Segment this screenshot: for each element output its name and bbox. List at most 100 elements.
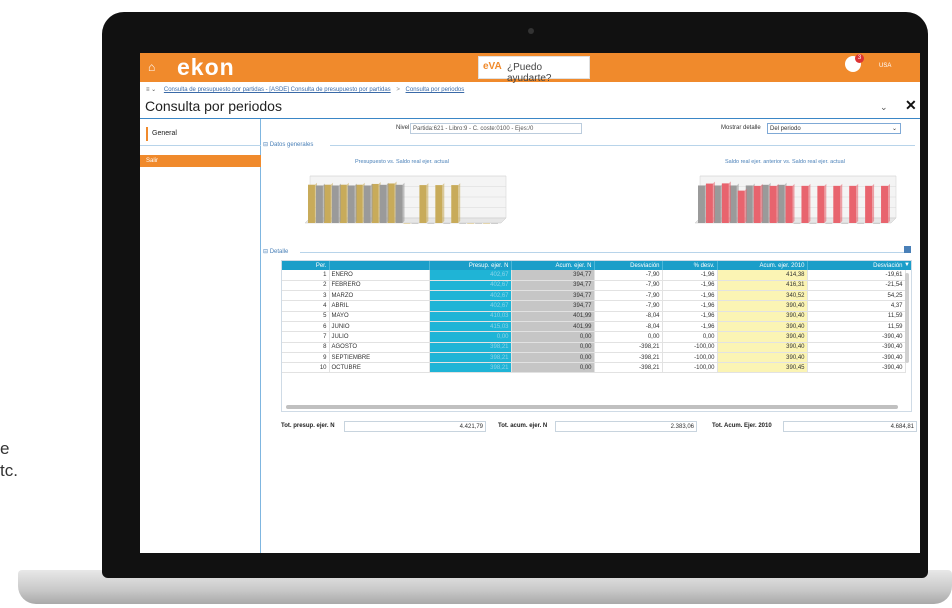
cell-pct-desv: -1,96 [662, 311, 718, 322]
tab-divider [140, 145, 261, 146]
cell-acum: 394,77 [511, 280, 595, 292]
cell-mes: ENERO [329, 270, 430, 281]
col-header-pct-desv[interactable]: % desv. [662, 261, 718, 270]
cell-desviacion: -398,21 [594, 342, 663, 353]
chart-2-bar-s0-c5 [777, 184, 785, 223]
col-header-desviacion-2[interactable]: Desviación [807, 261, 906, 270]
chart-2-bar-s1-c9 [849, 185, 857, 223]
cell-desviacion-2: -19,61 [807, 270, 906, 281]
table-row[interactable]: 6 JUNIO 415,03 401,99 -8,04 -1,96 390,40 11,59 [282, 321, 906, 333]
cell-desviacion-2: 54,25 [807, 290, 906, 302]
table-row[interactable]: 5 MAYO 410,03 401,99 -8,04 -1,96 390,40 11,59 [282, 311, 906, 322]
table-row[interactable]: 3 MARZO 402,67 394,77 -7,90 -1,96 340,52 54,25 [282, 290, 906, 302]
table-row[interactable]: 1 ENERO 402,67 394,77 -7,90 -1,96 414,38 -19,61 [282, 270, 906, 281]
nivel-label: Nivel [396, 125, 410, 131]
cell-presup: 415,03 [429, 321, 512, 333]
horizontal-scrollbar[interactable] [286, 405, 898, 409]
notification-badge: 3 [855, 54, 864, 63]
tab-general[interactable]: General [146, 127, 256, 141]
cell-pct-desv: 0,00 [662, 331, 718, 343]
cell-presup: 402,67 [429, 280, 512, 292]
table-row[interactable]: 2 FEBRERO 402,67 394,77 -7,90 -1,96 416,31 -21,… [282, 280, 906, 292]
chart-2-bar-s0-c1 [713, 185, 721, 223]
total-acum-label: Tot. acum. ejer. N [498, 423, 548, 429]
chart-1-bar-s0-c3 [355, 184, 363, 223]
table-row[interactable]: 9 SEPTIEMBRE 398,21 0,00 -398,21 -100,00 390,4… [282, 352, 906, 364]
cell-mes: OCTUBRE [329, 362, 430, 374]
breadcrumb-item-0[interactable]: Consulta de presupuesto por partidas - [… [164, 87, 391, 93]
cell-presup: 410,03 [429, 311, 512, 322]
col-header-acum[interactable]: Acum. ejer. N [511, 261, 595, 270]
section-datos-generales[interactable]: ⊟ Datos generales [263, 141, 313, 148]
cell-presup: 402,67 [429, 300, 512, 312]
chart-1-bar-s1-c5 [395, 184, 403, 223]
table-row[interactable]: 8 AGOSTO 398,21 0,00 -398,21 -100,00 390,40 -39… [282, 342, 906, 353]
cell-mes: JUNIO [329, 321, 430, 333]
vertical-scrollbar[interactable] [905, 273, 909, 363]
close-icon[interactable]: ✕ [905, 97, 917, 114]
chart-2-bar-s1-c4 [769, 185, 777, 223]
brand-logo: ekon [177, 54, 235, 80]
cell-desviacion-2: 4,37 [807, 300, 906, 312]
chart-1-bar-s1-c1 [331, 185, 339, 223]
nivel-field[interactable]: Partida:621 - Libro:9 - C. coste:0100 - … [410, 123, 582, 134]
mostrar-detalle-select[interactable]: Del periodo ⌄ [767, 123, 901, 134]
chart-2-bar-s0-c0 [698, 185, 705, 223]
section-divider [300, 252, 910, 253]
breadcrumb-item-1[interactable]: Consulta por periodos [406, 87, 465, 93]
chart-2-bar-s1-c3 [753, 185, 761, 223]
assistant-box[interactable]: eVA ¿Puedo ayudarte? [478, 56, 590, 84]
chevron-down-icon[interactable]: ⌄ [880, 102, 888, 113]
chart-1-bar-s1-c6 [411, 223, 419, 224]
cell-acum: 394,77 [511, 300, 595, 312]
chart-2-bar-side-s1-c6 [808, 183, 811, 223]
home-icon[interactable]: ⌂ [148, 61, 160, 73]
chart-1-bar-s1-c9 [459, 223, 467, 224]
col-header-presup[interactable]: Presup. ejer. N [429, 261, 512, 270]
cell-desviacion-2: -390,40 [807, 362, 906, 374]
chart-1-bar-s1-c3 [363, 185, 371, 223]
cell-mes: FEBRERO [329, 280, 430, 292]
cell-acum-2010: 390,40 [717, 352, 808, 364]
col-header-acum-2010[interactable]: Acum. ejer. 2010 [717, 261, 808, 270]
export-icon[interactable] [904, 246, 911, 253]
cell-desviacion: 0,00 [594, 331, 663, 343]
col-header-desviacion[interactable]: Desviación [594, 261, 663, 270]
column-chooser-icon[interactable]: ▼ [903, 261, 911, 270]
chart-1-bar-side-s0-c9 [458, 183, 461, 223]
chart-2-bar-s1-c8 [833, 185, 841, 223]
side-text-line-2: tc. [0, 461, 18, 480]
chart-2-bar-side-s1-c5 [792, 183, 795, 223]
section-detalle[interactable]: ⊟ Detalle [263, 248, 288, 255]
chart-2-bar-s1-c0 [705, 183, 713, 223]
col-header-mes[interactable] [329, 261, 430, 270]
breadcrumb: ≡ ⌄ Consulta de presupuesto por partidas… [146, 86, 464, 93]
col-header-per[interactable]: Per. [282, 261, 330, 270]
chart-2-bar-s0-c11 [873, 223, 881, 224]
side-text: e tc. [0, 438, 18, 482]
chart-2-bar-s1-c10 [865, 185, 873, 223]
cell-desviacion: -7,90 [594, 300, 663, 312]
cell-presup: 402,67 [429, 290, 512, 302]
exit-button[interactable]: Salir [140, 155, 261, 167]
menu-icon[interactable]: ≡ ⌄ [146, 87, 156, 93]
cell-per: 5 [282, 311, 330, 322]
chart-1-bar-side-s1-c4 [386, 182, 389, 223]
cell-acum: 0,00 [511, 342, 595, 353]
cell-desviacion: -8,04 [594, 311, 663, 322]
table-row[interactable]: 4 ABRIL 402,67 394,77 -7,90 -1,96 390,40 4,37 [282, 300, 906, 312]
chart-1-bar-s1-c0 [315, 185, 323, 223]
table-row[interactable]: 7 JULIO 0,00 0,00 0,00 0,00 390,40 -390,40 [282, 331, 906, 343]
cell-desviacion-2: -390,40 [807, 352, 906, 364]
cell-acum-2010: 416,31 [717, 280, 808, 292]
cell-pct-desv: -100,00 [662, 362, 718, 374]
user-menu[interactable]: USA [879, 63, 891, 69]
chart-2-bar-side-s1-c7 [824, 183, 827, 223]
chart-1-bar-s1-c11 [491, 223, 498, 224]
chart-2-title: Saldo real ejer. anterior vs. Saldo real… [725, 159, 845, 165]
cell-mes: MAYO [329, 311, 430, 322]
cell-desviacion-2: -21,54 [807, 280, 906, 292]
chart-1-bar-s0-c8 [435, 185, 443, 223]
table-row[interactable]: 10 OCTUBRE 398,21 0,00 -398,21 -100,00 390,45-… [282, 362, 906, 374]
chart-1-title: Presupuesto vs. Saldo real ejer. actual [355, 159, 449, 165]
